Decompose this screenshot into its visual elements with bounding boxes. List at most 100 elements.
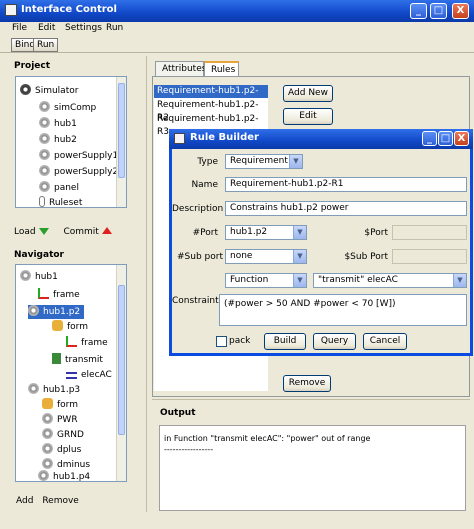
menu-file[interactable]: File <box>12 23 27 33</box>
port-icon <box>42 443 53 454</box>
nav-item-frame[interactable]: frame <box>38 288 80 302</box>
name-field[interactable]: Requirement-hub1.p2-R1 <box>225 177 467 192</box>
nav-item-hub1-p4[interactable]: hub1.p4 <box>38 470 90 481</box>
dialog-maximize-button[interactable]: □ <box>438 131 453 146</box>
edit-button[interactable]: Edit <box>283 108 333 125</box>
menu-edit[interactable]: Edit <box>38 23 55 33</box>
chevron-down-icon: ▼ <box>293 274 306 287</box>
tree-item-simulator[interactable]: Simulator <box>20 84 78 98</box>
navigator-label: Navigator <box>14 250 64 260</box>
window-title: Interface Control <box>21 4 117 15</box>
project-scroll-thumb[interactable] <box>118 83 125 178</box>
port-icon <box>42 458 53 469</box>
tree-item-panel[interactable]: panel <box>39 181 79 195</box>
port-icon <box>42 413 53 424</box>
dialog-close-button[interactable]: X <box>454 131 469 146</box>
chevron-down-icon: ▼ <box>293 250 306 263</box>
tree-item-hub1[interactable]: hub1 <box>39 117 77 131</box>
nav-item-grnd[interactable]: GRND <box>42 428 84 442</box>
description-field[interactable]: Constrains hub1.p2 power <box>225 201 467 216</box>
add-new-button[interactable]: Add New <box>283 85 333 102</box>
form-icon <box>42 398 53 409</box>
axes-icon <box>66 336 77 347</box>
horizontal-divider[interactable] <box>152 399 470 403</box>
menu-settings[interactable]: Settings <box>65 23 102 33</box>
navigator-scrollbar[interactable] <box>116 265 126 481</box>
project-actions: Load Commit <box>14 227 112 237</box>
toolbar: Bind Run <box>0 37 474 53</box>
type-select[interactable]: Requirement ▼ <box>225 154 303 169</box>
nav-item-hub1[interactable]: hub1 <box>20 270 58 284</box>
load-button[interactable]: Load <box>14 227 49 237</box>
down-arrow-icon <box>38 228 49 235</box>
description-label: Description <box>172 204 224 214</box>
add-button[interactable]: Add <box>16 496 33 506</box>
project-tree[interactable]: Simulator simComp hub1 hub2 powerSupply1… <box>15 76 127 208</box>
subport-label: #Sub port <box>177 252 223 262</box>
maximize-button[interactable]: □ <box>430 3 447 19</box>
tree-item-simcomp[interactable]: simComp <box>39 101 96 115</box>
cancel-button[interactable]: Cancel <box>363 333 407 350</box>
gear-icon <box>39 165 50 176</box>
tree-item-hub2[interactable]: hub2 <box>39 133 77 147</box>
run-button[interactable]: Run <box>33 38 59 52</box>
project-label: Project <box>14 61 51 71</box>
pack-checkbox[interactable] <box>216 336 227 347</box>
project-scrollbar[interactable] <box>116 77 126 207</box>
rule-item[interactable]: Requirement-hub1.p2-R2 <box>154 99 268 123</box>
remove-node-button[interactable]: Remove <box>42 496 79 506</box>
ssubport-field[interactable] <box>392 249 467 264</box>
constraint-textarea[interactable]: (#power > 50 AND #power < 70 [W]) <box>219 294 467 326</box>
gear-icon <box>39 101 50 112</box>
nav-item-form[interactable]: form <box>52 320 88 334</box>
name-label: Name <box>191 180 218 190</box>
close-button[interactable]: X <box>452 3 469 19</box>
dialog-titlebar: Rule Builder _ □ X <box>169 129 473 149</box>
output-console: in Function "transmit elecAC": "power" o… <box>159 425 466 511</box>
rule-item[interactable]: Requirement-hub1.p2-R3 <box>154 113 268 137</box>
sport-label: $Port <box>364 228 388 238</box>
build-button[interactable]: Build <box>264 333 306 350</box>
subport-select[interactable]: none ▼ <box>225 249 307 264</box>
wrench-icon <box>52 353 61 364</box>
nav-item-form-2[interactable]: form <box>42 398 78 412</box>
sport-field[interactable] <box>392 225 467 240</box>
nav-item-dplus[interactable]: dplus <box>42 443 81 457</box>
tree-item-ruleset[interactable]: Ruleset <box>39 196 82 207</box>
gear-icon <box>20 270 31 281</box>
axes-icon <box>38 288 49 299</box>
nav-item-hub1-p2[interactable]: hub1.p2 <box>28 305 85 319</box>
app-icon <box>5 4 17 16</box>
menu-bar: File Edit Settings Run <box>0 22 474 37</box>
split-divider[interactable] <box>146 56 150 512</box>
nav-item-transmit[interactable]: transmit <box>52 353 103 367</box>
gear-icon <box>39 181 50 192</box>
query-button[interactable]: Query <box>313 333 356 350</box>
output-line: ----------------- <box>164 445 214 454</box>
tab-rules[interactable]: Rules <box>204 61 239 77</box>
gear-icon <box>28 305 39 316</box>
chevron-down-icon: ▼ <box>453 274 466 287</box>
nav-item-elecac[interactable]: elecAC <box>66 368 112 382</box>
tab-attributes[interactable]: Attributes <box>155 61 206 77</box>
tree-item-powersupply2[interactable]: powerSupply2 <box>39 165 118 179</box>
constraint-label: Constraint <box>172 296 219 306</box>
tree-item-powersupply1[interactable]: powerSupply1 <box>39 149 118 163</box>
navigator-tree[interactable]: hub1 frame hub1.p2 form frame transmit e… <box>15 264 127 482</box>
function-select[interactable]: Function ▼ <box>225 273 307 288</box>
commit-button[interactable]: Commit <box>63 227 112 237</box>
nav-item-hub1-p3[interactable]: hub1.p3 <box>28 383 80 397</box>
rule-item[interactable]: Requirement-hub1.p2-R1 <box>154 85 268 109</box>
navigator-scroll-thumb[interactable] <box>118 285 125 435</box>
chevron-down-icon: ▼ <box>293 226 306 239</box>
menu-run[interactable]: Run <box>106 23 123 33</box>
nav-item-pwr[interactable]: PWR <box>42 413 78 427</box>
port-select[interactable]: hub1.p2 ▼ <box>225 225 307 240</box>
minimize-button[interactable]: _ <box>410 3 427 19</box>
dialog-minimize-button[interactable]: _ <box>422 131 437 146</box>
function-target-select[interactable]: "transmit" elecAC ▼ <box>313 273 467 288</box>
remove-rule-button[interactable]: Remove <box>283 375 331 392</box>
chevron-down-icon: ▼ <box>289 155 302 168</box>
nav-item-frame-2[interactable]: frame <box>66 336 108 350</box>
up-arrow-icon <box>101 227 112 234</box>
